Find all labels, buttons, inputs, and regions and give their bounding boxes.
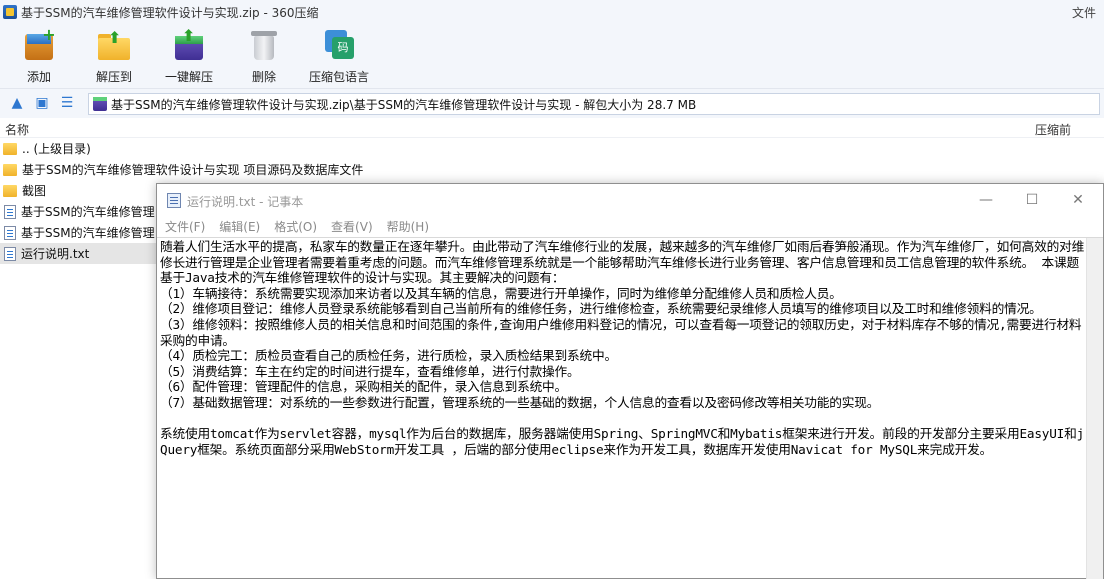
file-menu[interactable]: 文件: [1072, 4, 1096, 21]
menu-file[interactable]: 文件(F): [165, 218, 205, 235]
notepad-window: 运行说明.txt - 记事本 — ☐ ✕ 文件(F) 编辑(E) 格式(O) 查…: [156, 183, 1104, 579]
notepad-title-bar[interactable]: 运行说明.txt - 记事本 — ☐ ✕: [157, 184, 1103, 216]
extract-to-button[interactable]: ⬆ 解压到: [84, 28, 144, 85]
up-arrow-icon[interactable]: ▲: [9, 95, 25, 111]
folder-icon: [3, 184, 17, 197]
menu-edit[interactable]: 编辑(E): [219, 218, 260, 235]
one-click-extract-button[interactable]: ⬆ 一键解压: [159, 26, 219, 85]
path-text: 基于SSM的汽车维修管理软件设计与实现.zip\基于SSM的汽车维修管理软件设计…: [111, 97, 697, 112]
document-icon: [4, 225, 16, 240]
list-item[interactable]: .. (上级目录): [0, 138, 1104, 159]
extract-to-label: 解压到: [95, 70, 132, 84]
add-button[interactable]: + 添加: [9, 27, 69, 85]
notepad-content[interactable]: 随着人们生活水平的提高，私家车的数量正在逐年攀升。由此带动了汽车维修行业的发展，…: [160, 239, 1085, 457]
address-bar: ▲ ▣ ☰ 基于SSM的汽车维修管理软件设计与实现.zip\基于SSM的汽车维修…: [0, 88, 1104, 118]
zip-file-icon: [93, 97, 107, 111]
extract-folder-icon: ⬆: [97, 28, 131, 62]
add-label: 添加: [26, 70, 51, 84]
folder-icon: [3, 163, 17, 176]
notepad-title: 运行说明.txt - 记事本: [187, 195, 304, 209]
trash-icon: [247, 28, 281, 62]
one-click-extract-icon: ⬆: [172, 26, 206, 62]
folder-icon: [3, 142, 17, 155]
delete-label: 删除: [251, 70, 276, 84]
archive-app-icon: [3, 5, 17, 19]
notepad-icon: [167, 193, 181, 208]
add-archive-icon: +: [22, 27, 56, 62]
archive-language-label: 压缩包语言: [309, 70, 370, 84]
app-title: 基于SSM的汽车维修管理软件设计与实现.zip - 360压缩: [21, 5, 319, 20]
menu-format[interactable]: 格式(O): [274, 218, 317, 235]
close-button[interactable]: ✕: [1056, 188, 1100, 212]
app-title-bar: 基于SSM的汽车维修管理软件设计与实现.zip - 360压缩 文件: [0, 0, 1104, 24]
one-click-extract-label: 一键解压: [164, 70, 213, 84]
column-name[interactable]: 名称: [5, 121, 29, 138]
thumbnail-view-icon[interactable]: ▣: [34, 95, 50, 111]
menu-view[interactable]: 查看(V): [331, 218, 373, 235]
language-icon: 码: [322, 28, 356, 62]
text-file-icon: [4, 246, 16, 261]
vertical-scrollbar[interactable]: [1086, 238, 1103, 579]
file-list-header: 名称 压缩前: [0, 118, 1104, 138]
minimize-button[interactable]: —: [964, 188, 1008, 212]
column-compressed-size[interactable]: 压缩前: [1035, 121, 1071, 138]
path-field[interactable]: 基于SSM的汽车维修管理软件设计与实现.zip\基于SSM的汽车维修管理软件设计…: [88, 93, 1100, 115]
notepad-text-area[interactable]: 随着人们生活水平的提高，私家车的数量正在逐年攀升。由此带动了汽车维修行业的发展，…: [157, 237, 1103, 579]
toolbar: + 添加 ⬆ 解压到 ⬆ 一键解压 删除 码 压缩包语言: [0, 24, 1104, 88]
document-icon: [4, 204, 16, 219]
menu-help[interactable]: 帮助(H): [387, 218, 429, 235]
notepad-menu-bar: 文件(F) 编辑(E) 格式(O) 查看(V) 帮助(H): [157, 216, 1103, 237]
delete-button[interactable]: 删除: [234, 28, 294, 85]
list-view-icon[interactable]: ☰: [59, 95, 75, 111]
maximize-button[interactable]: ☐: [1010, 188, 1054, 212]
archive-language-button[interactable]: 码 压缩包语言: [309, 28, 369, 85]
list-item[interactable]: 基于SSM的汽车维修管理软件设计与实现 项目源码及数据库文件: [0, 159, 1104, 180]
